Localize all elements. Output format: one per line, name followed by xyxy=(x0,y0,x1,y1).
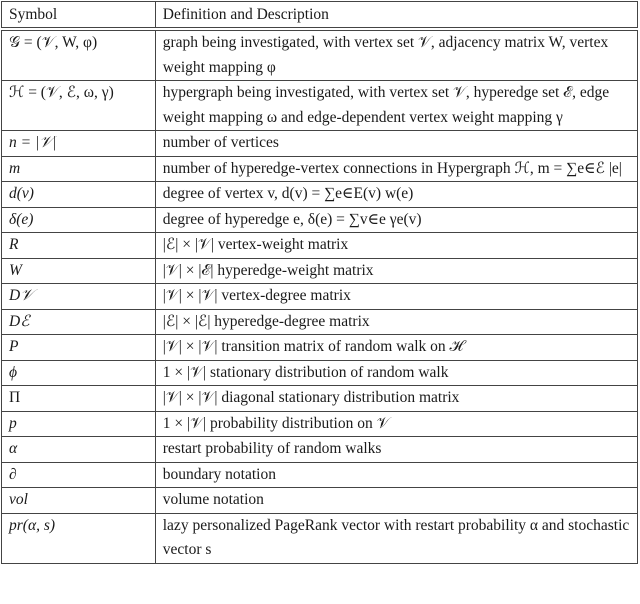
symbol-cell: ∂ xyxy=(1,461,156,488)
definition-cell: number of hyperedge-vertex connections i… xyxy=(154,155,639,182)
symbol-cell: Dℰ xyxy=(1,308,156,335)
definition-cell: |𝒱| × |𝒱| diagonal stationary distributi… xyxy=(154,385,639,412)
definition-cell: volume notation xyxy=(154,487,639,514)
symbol-cell: ℋ = (𝒱, ℰ, ω, γ) xyxy=(1,80,156,131)
symbol-cell: pr(α, s) xyxy=(1,512,156,564)
table-row: P |𝒱| × |𝒱| transition matrix of random … xyxy=(1,334,639,361)
definition-cell: degree of vertex v, d(v) = ∑e∈E(v) w(e) xyxy=(154,181,639,208)
symbol-cell: P xyxy=(1,334,156,361)
symbol-cell: m xyxy=(1,155,156,182)
definition-cell: lazy personalized PageRank vector with r… xyxy=(154,512,639,564)
table-row: R |ℰ| × |𝒱| vertex-weight matrix xyxy=(1,232,639,259)
symbol-cell: R xyxy=(1,232,156,259)
definition-cell: degree of hyperedge e, δ(e) = ∑v∈e γe(v) xyxy=(154,206,639,233)
symbol-cell: δ(e) xyxy=(1,206,156,233)
symbol-cell: d(v) xyxy=(1,181,156,208)
symbol-cell: α xyxy=(1,436,156,463)
header-symbol: Symbol xyxy=(1,1,156,30)
notation-table: Symbol Definition and Description 𝒢 = (𝒱… xyxy=(1,1,639,564)
definition-cell: 1 × |𝒱| stationary distribution of rando… xyxy=(154,359,639,386)
symbol-cell: 𝒢 = (𝒱, W, φ) xyxy=(1,28,156,81)
definition-cell: restart probability of random walks xyxy=(154,436,639,463)
definition-cell: graph being investigated, with vertex se… xyxy=(154,28,639,81)
header-row: Symbol Definition and Description xyxy=(1,1,639,30)
symbol-cell: vol xyxy=(1,487,156,514)
table-row: ϕ 1 × |𝒱| stationary distribution of ran… xyxy=(1,359,639,386)
definition-cell: |ℰ| × |ℰ| hyperedge-degree matrix xyxy=(154,308,639,335)
definition-cell: number of vertices xyxy=(154,130,639,157)
table-row: Dℰ |ℰ| × |ℰ| hyperedge-degree matrix xyxy=(1,308,639,335)
symbol-cell: D𝒱 xyxy=(1,283,156,310)
table-row: 𝒢 = (𝒱, W, φ) graph being investigated, … xyxy=(1,28,639,81)
table-row: W |𝒱| × |ℰ| hyperedge-weight matrix xyxy=(1,257,639,284)
symbol-cell: ϕ xyxy=(1,359,156,386)
header-definition: Definition and Description xyxy=(154,1,639,30)
table-row: D𝒱 |𝒱| × |𝒱| vertex-degree matrix xyxy=(1,283,639,310)
table-row: vol volume notation xyxy=(1,487,639,514)
symbol-cell: W xyxy=(1,257,156,284)
table-row: δ(e) degree of hyperedge e, δ(e) = ∑v∈e … xyxy=(1,206,639,233)
table-row: Π |𝒱| × |𝒱| diagonal stationary distribu… xyxy=(1,385,639,412)
definition-cell: |𝒱| × |ℰ| hyperedge-weight matrix xyxy=(154,257,639,284)
definition-cell: |𝒱| × |𝒱| vertex-degree matrix xyxy=(154,283,639,310)
definition-cell: 1 × |𝒱| probability distribution on 𝒱 xyxy=(154,410,639,437)
table-row: ∂ boundary notation xyxy=(1,461,639,488)
table-row: α restart probability of random walks xyxy=(1,436,639,463)
definition-cell: |𝒱| × |𝒱| transition matrix of random wa… xyxy=(154,334,639,361)
definition-cell: |ℰ| × |𝒱| vertex-weight matrix xyxy=(154,232,639,259)
symbol-cell: n = |𝒱| xyxy=(1,130,156,157)
definition-cell: boundary notation xyxy=(154,461,639,488)
table-row: m number of hyperedge-vertex connections… xyxy=(1,155,639,182)
table-row: ℋ = (𝒱, ℰ, ω, γ) hypergraph being invest… xyxy=(1,80,639,131)
table-row: p 1 × |𝒱| probability distribution on 𝒱 xyxy=(1,410,639,437)
symbol-cell: Π xyxy=(1,385,156,412)
table-row: n = |𝒱| number of vertices xyxy=(1,130,639,157)
table-row: pr(α, s) lazy personalized PageRank vect… xyxy=(1,512,639,564)
table-row: d(v) degree of vertex v, d(v) = ∑e∈E(v) … xyxy=(1,181,639,208)
definition-cell: hypergraph being investigated, with vert… xyxy=(154,80,639,131)
symbol-cell: p xyxy=(1,410,156,437)
